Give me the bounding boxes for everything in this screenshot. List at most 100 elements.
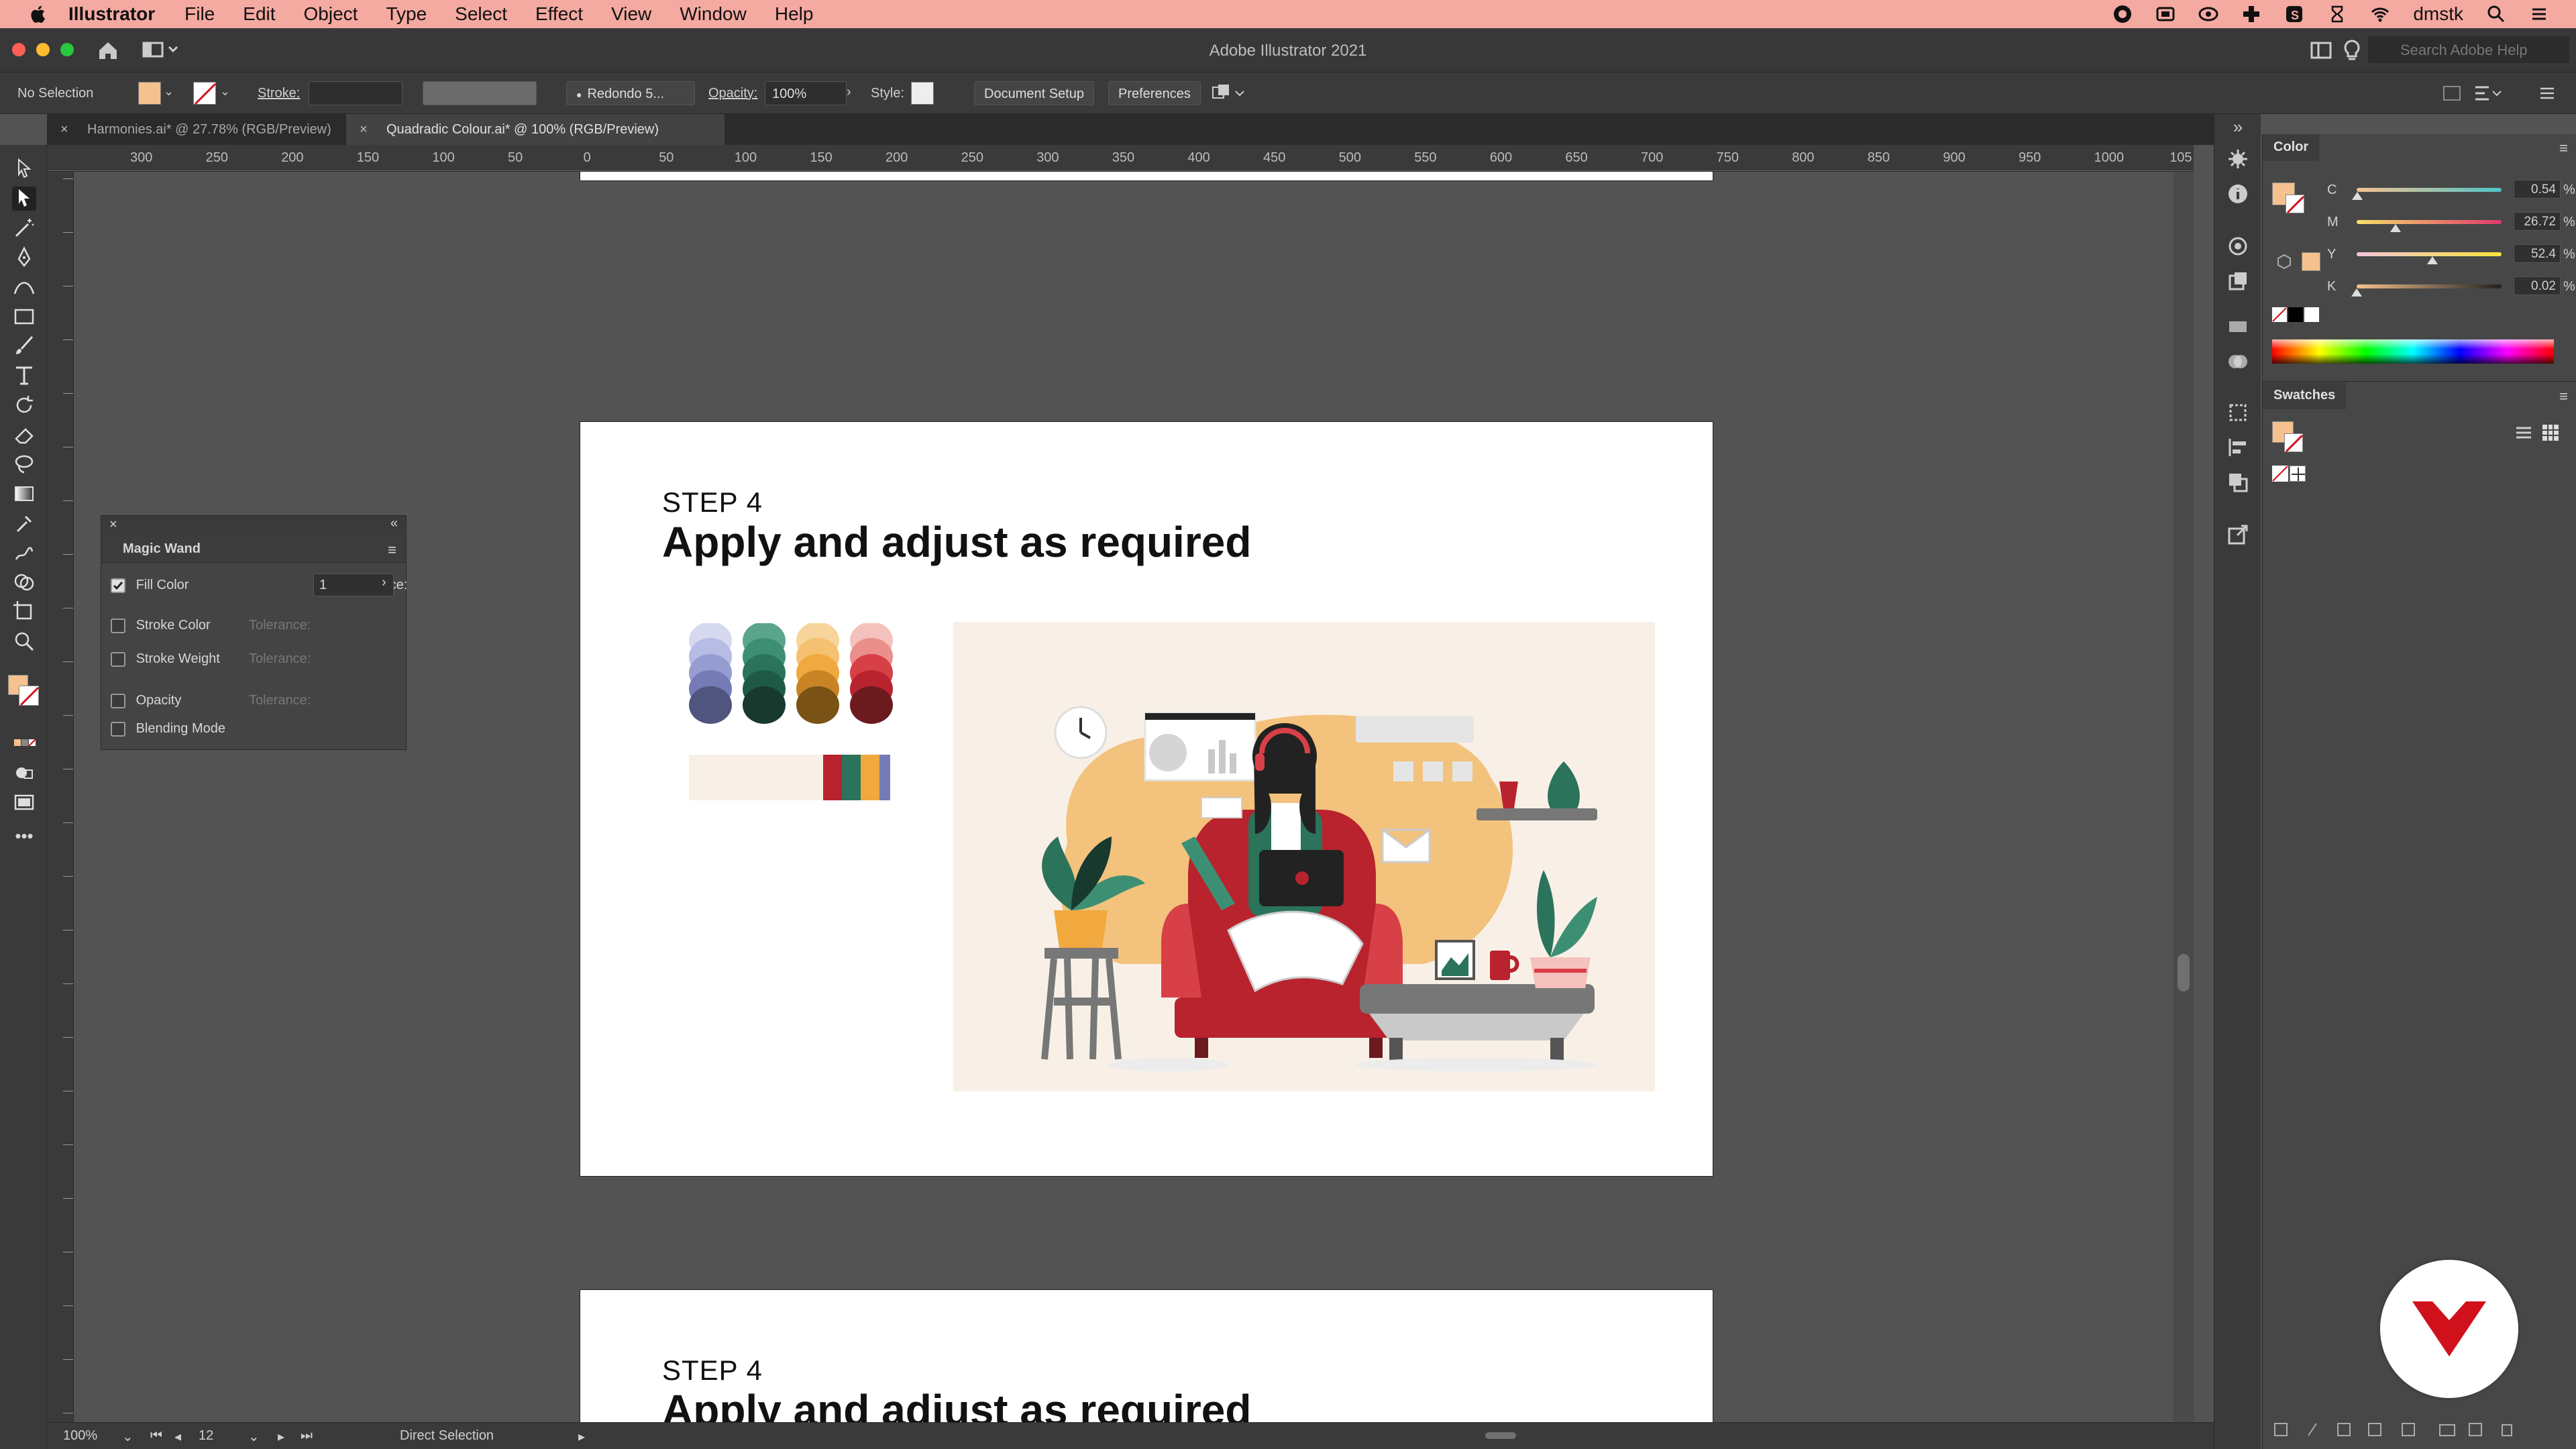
yellow-slider-thumb[interactable] (2427, 256, 2438, 264)
color-stroke-box[interactable] (2286, 195, 2305, 214)
panel-title[interactable]: Magic Wand (101, 535, 406, 563)
align-options-icon[interactable] (2473, 83, 2502, 103)
document-setup-button[interactable]: Document Setup (974, 81, 1094, 105)
collapse-dock-icon[interactable]: » (2226, 117, 2249, 140)
menu-type[interactable]: Type (386, 3, 427, 25)
palette-swatch[interactable] (796, 686, 839, 724)
black-value-input[interactable]: 0.02 (2514, 276, 2561, 295)
palette-strip-swatch[interactable] (879, 755, 890, 800)
gradient-panel-icon[interactable] (2226, 315, 2249, 338)
help-search-input[interactable]: Search Adobe Help (2368, 36, 2569, 63)
out-of-gamut-swatch[interactable] (2302, 252, 2320, 271)
screen-record-icon[interactable] (2155, 4, 2176, 24)
status-menu-arrow-icon[interactable]: ▸ (578, 1428, 585, 1445)
artboard-previous[interactable] (580, 172, 1713, 181)
type-tool-icon[interactable] (12, 364, 36, 388)
color-panel-menu-icon[interactable]: ≡ (2559, 140, 2568, 157)
app-name-menu[interactable]: Illustrator (68, 3, 155, 25)
tolerance-arrow-icon[interactable]: › (382, 575, 386, 590)
scrollbar-thumb[interactable] (2178, 954, 2190, 991)
horizontal-scrollbar[interactable] (605, 1432, 2195, 1439)
cyan-slider-thumb[interactable] (2352, 192, 2363, 200)
swatches-panel-menu-icon[interactable]: ≡ (2559, 388, 2568, 405)
white-swatch[interactable] (2304, 307, 2319, 322)
info-icon[interactable] (2226, 182, 2249, 205)
horizontal-scrollbar-thumb[interactable] (1485, 1432, 1516, 1439)
zoom-dropdown-icon[interactable]: ⌄ (122, 1428, 133, 1445)
fill-stroke-widget[interactable] (8, 675, 42, 708)
creative-cloud-icon[interactable] (2112, 4, 2133, 24)
rotate-tool-icon[interactable] (12, 393, 36, 417)
arrange-documents-icon[interactable] (2310, 40, 2332, 60)
pathfinder-icon[interactable] (2226, 471, 2249, 494)
cube-icon[interactable] (2276, 254, 2292, 270)
stroke-weight-input[interactable] (309, 81, 402, 105)
palette-strip-swatch[interactable] (823, 755, 842, 800)
graphic-style-swatch[interactable] (911, 82, 934, 105)
previous-artboard-icon[interactable]: ◂ (174, 1428, 181, 1445)
artboard-tool-icon[interactable] (12, 600, 36, 624)
magenta-slider[interactable] (2357, 220, 2502, 232)
menu-file[interactable]: File (184, 3, 215, 25)
panel-menu-icon[interactable]: ≡ (388, 541, 396, 559)
zoom-tool-icon[interactable] (12, 629, 36, 653)
quadradic-palette[interactable] (688, 623, 896, 804)
edit-toolbar-icon[interactable]: ••• (12, 824, 36, 848)
opacity-label[interactable]: Opacity: (708, 86, 757, 101)
fill-color-checkbox[interactable] (111, 578, 125, 593)
appearance-icon[interactable] (2226, 148, 2249, 170)
opacity-input[interactable]: 100% (765, 81, 847, 105)
collapse-panel-icon[interactable]: « (390, 516, 398, 531)
stroke-color-checkbox[interactable] (111, 618, 125, 633)
yellow-value-input[interactable]: 52.4 (2514, 244, 2561, 263)
artboard-number[interactable]: 12 (199, 1428, 213, 1444)
magenta-slider-thumb[interactable] (2390, 224, 2401, 232)
eyedropper-tool-icon[interactable] (12, 511, 36, 535)
black-swatch[interactable] (2288, 307, 2303, 322)
s-app-icon[interactable]: S (2284, 4, 2304, 24)
cyan-slider[interactable] (2352, 188, 2502, 200)
arrange-icon[interactable] (1212, 83, 1246, 103)
list-view-icon[interactable] (2514, 423, 2534, 443)
pen-tool-icon[interactable] (12, 246, 36, 270)
palette-swatch[interactable] (743, 686, 786, 724)
stroke-dropdown-chevron-icon[interactable]: ⌄ (220, 85, 230, 99)
screen-mode-icon[interactable] (12, 790, 36, 814)
transparency-icon[interactable] (2226, 350, 2249, 373)
selection-tool-icon[interactable] (12, 157, 36, 181)
lightbulb-icon[interactable] (2343, 39, 2361, 62)
puppet-warp-tool-icon[interactable] (12, 541, 36, 565)
illustration-woman-on-armchair[interactable] (953, 622, 1655, 1091)
artboard-main[interactable]: STEP 4 Apply and adjust as required (580, 421, 1713, 1177)
menu-window[interactable]: Window (680, 3, 747, 25)
blending-mode-checkbox[interactable] (111, 721, 125, 737)
stroke-color-swatch[interactable] (193, 82, 217, 105)
direct-selection-tool-icon[interactable] (12, 186, 36, 211)
yellow-slider[interactable] (2357, 252, 2502, 264)
swatches-stroke-box[interactable] (2284, 433, 2304, 453)
eraser-tool-icon[interactable] (12, 423, 36, 447)
cyan-value-input[interactable]: 0.54 (2514, 180, 2561, 199)
paintbrush-tool-icon[interactable] (12, 334, 36, 358)
palette-swatch[interactable] (850, 686, 893, 724)
tab-harmonies[interactable]: × Harmonies.ai* @ 27.78% (RGB/Preview) (47, 114, 346, 145)
plus-cross-icon[interactable] (2241, 4, 2261, 24)
transform-icon[interactable] (2226, 401, 2249, 424)
color-mode-icon[interactable] (12, 731, 36, 755)
stroke-weight-checkbox[interactable] (111, 651, 125, 667)
close-panel-icon[interactable]: × (109, 517, 117, 533)
close-tab-icon[interactable]: × (60, 122, 68, 138)
canvas[interactable]: STEP 4 Apply and adjust as required STEP… (74, 172, 2194, 1422)
panel-handle[interactable]: × « (101, 516, 406, 535)
rectangle-tool-icon[interactable] (12, 305, 36, 329)
magic-wand-tool-icon[interactable] (12, 216, 36, 240)
preferences-button[interactable]: Preferences (1108, 81, 1201, 105)
control-bar-menu-icon[interactable] (2537, 83, 2557, 103)
menu-select[interactable]: Select (455, 3, 507, 25)
stroke-label[interactable]: Stroke: (258, 86, 300, 101)
wifi-icon[interactable] (2370, 4, 2390, 24)
menu-view[interactable]: View (611, 3, 651, 25)
last-artboard-icon[interactable]: ⏭ (301, 1428, 313, 1444)
color-panel-tab[interactable]: Color (2263, 134, 2320, 161)
first-artboard-icon[interactable]: ⏮ (150, 1428, 162, 1444)
